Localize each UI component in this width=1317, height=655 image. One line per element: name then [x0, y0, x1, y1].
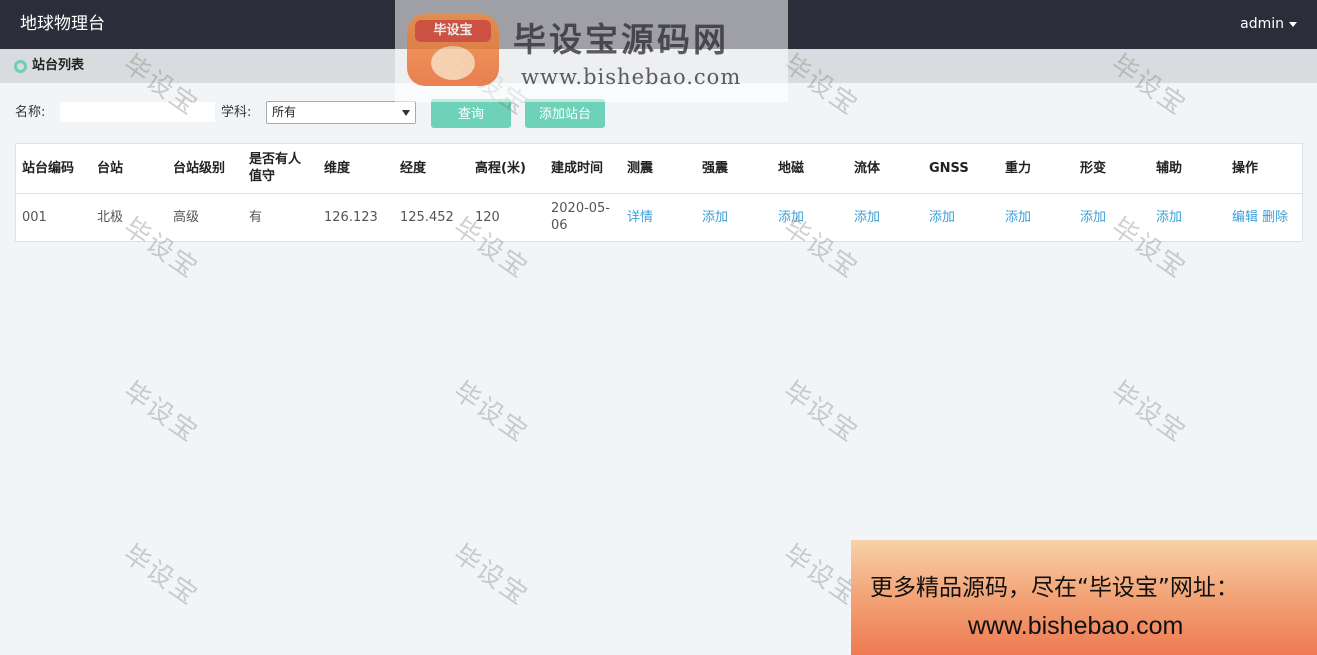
cell-strong-motion: 添加	[696, 193, 772, 241]
logo-url: www.bishebao.com	[521, 65, 742, 89]
station-table: 站台编码 台站 台站级别 是否有人值守 维度 经度 高程(米) 建成时间 测震 …	[15, 143, 1303, 242]
cell-station: 北极	[97, 209, 124, 225]
cell-auxiliary: 添加	[1150, 193, 1226, 241]
deformation-add-link[interactable]: 添加	[1080, 210, 1106, 225]
auxiliary-add-link[interactable]: 添加	[1156, 210, 1182, 225]
col-header: 维度	[318, 144, 394, 194]
filter-bar: 名称: 学科: 所有 查询 添加站台	[15, 99, 715, 129]
subject-select[interactable]: 所有	[266, 101, 416, 124]
promo-banner: 更多精品源码，尽在“毕设宝”网址： www.bishebao.com	[851, 540, 1317, 655]
col-header: 台站	[91, 144, 167, 194]
user-name: admin	[1240, 16, 1284, 32]
gravity-add-link[interactable]: 添加	[1005, 210, 1031, 225]
section-title: 站台列表	[32, 58, 85, 73]
col-header: 辅助	[1150, 144, 1226, 194]
col-header: 重力	[999, 144, 1074, 194]
cell-gnss: 添加	[923, 193, 999, 241]
watermark: 毕设宝	[1105, 376, 1192, 449]
col-header: 流体	[848, 144, 923, 194]
col-header: 测震	[621, 144, 696, 194]
col-header: 操作	[1226, 144, 1302, 194]
user-menu[interactable]: admin	[1240, 15, 1297, 33]
geomagnetic-add-link[interactable]: 添加	[778, 210, 804, 225]
watermark: 毕设宝	[447, 539, 534, 612]
cell-code: 001	[22, 209, 47, 225]
query-button[interactable]: 查询	[431, 99, 511, 128]
ring-icon	[14, 60, 27, 73]
app-brand[interactable]: 地球物理台	[20, 13, 105, 35]
promo-url: www.bishebao.com	[968, 612, 1184, 640]
col-header: 站台编码	[16, 144, 91, 194]
gnss-add-link[interactable]: 添加	[929, 210, 955, 225]
mascot-face-icon	[431, 46, 475, 80]
col-header: 强震	[696, 144, 772, 194]
col-header: 是否有人值守	[243, 144, 318, 194]
col-header: 台站级别	[167, 144, 243, 194]
add-station-button[interactable]: 添加站台	[525, 99, 605, 128]
name-input[interactable]	[60, 102, 215, 122]
col-header: 形变	[1074, 144, 1150, 194]
cell-deformation: 添加	[1074, 193, 1150, 241]
cell-seismic: 详情	[621, 193, 696, 241]
col-header: 建成时间	[545, 144, 621, 194]
watermark: 毕设宝	[777, 376, 864, 449]
cell-gravity: 添加	[999, 193, 1074, 241]
col-header: GNSS	[923, 144, 999, 194]
logo-badge-text: 毕设宝	[415, 20, 491, 42]
cell-staffed: 有	[249, 209, 263, 225]
fluid-add-link[interactable]: 添加	[854, 210, 880, 225]
subject-selected: 所有	[272, 105, 297, 119]
watermark: 毕设宝	[447, 376, 534, 449]
cell-geomagnetic: 添加	[772, 193, 848, 241]
logo-banner: 毕设宝 毕设宝源码网 www.bishebao.com	[395, 0, 788, 102]
promo-text: 更多精品源码，尽在“毕设宝”网址：	[870, 575, 1239, 601]
seismic-detail-link[interactable]: 详情	[627, 210, 653, 225]
cell-built-date: 2020-05-06	[551, 201, 611, 234]
col-header: 地磁	[772, 144, 848, 194]
name-label: 名称:	[15, 105, 46, 120]
strong-motion-add-link[interactable]: 添加	[702, 210, 728, 225]
cell-actions: 编辑 删除	[1226, 193, 1302, 241]
caret-down-icon	[1289, 21, 1297, 27]
watermark: 毕设宝	[117, 539, 204, 612]
col-header: 经度	[394, 144, 469, 194]
cell-longitude: 125.452	[400, 209, 454, 225]
cell-level: 高级	[173, 209, 200, 225]
cell-fluid: 添加	[848, 193, 923, 241]
subject-label: 学科:	[221, 105, 252, 120]
chevron-down-icon	[402, 110, 410, 116]
logo-title: 毕设宝源码网	[513, 20, 729, 59]
table-header-row: 站台编码 台站 台站级别 是否有人值守 维度 经度 高程(米) 建成时间 测震 …	[16, 144, 1302, 194]
watermark: 毕设宝	[117, 376, 204, 449]
delete-link[interactable]: 删除	[1262, 210, 1288, 225]
cell-latitude: 126.123	[324, 209, 378, 225]
logo-mascot: 毕设宝	[407, 14, 499, 86]
cell-elevation: 120	[475, 209, 500, 225]
table-row: 001 北极 高级 有 126.123 125.452 120 2020-05-…	[16, 193, 1302, 241]
edit-link[interactable]: 编辑	[1232, 210, 1258, 225]
col-header: 高程(米)	[469, 144, 545, 194]
